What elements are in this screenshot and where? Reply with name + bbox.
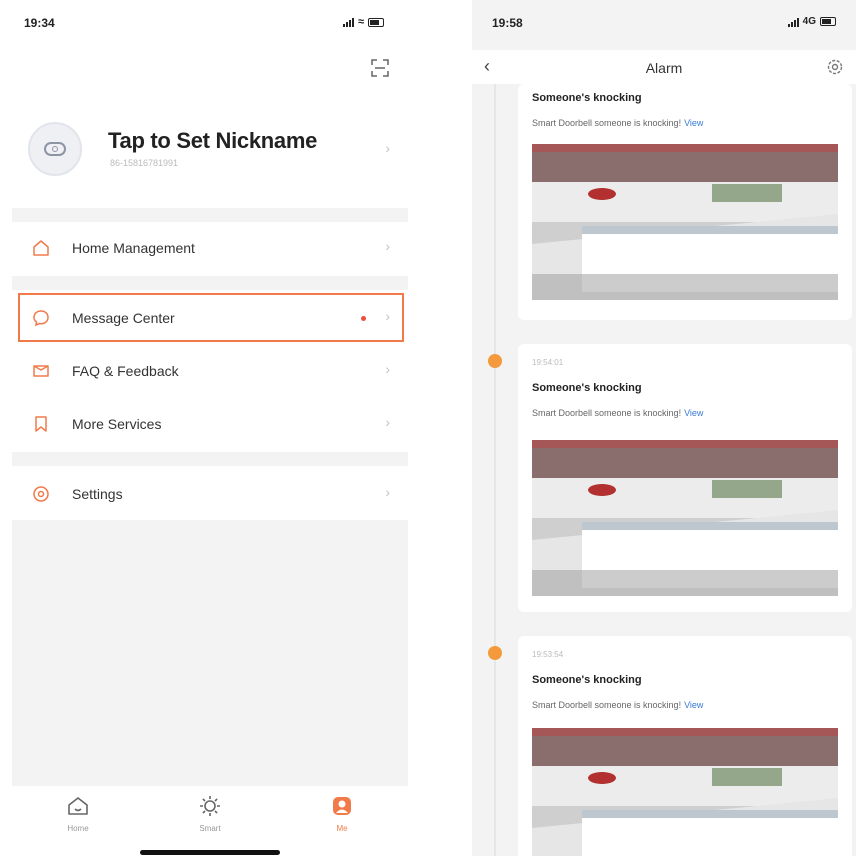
timeline-line <box>494 84 496 856</box>
menu-label: Settings <box>72 486 123 502</box>
alarm-description: Smart Doorbell someone is knocking! <box>532 408 682 418</box>
section-divider <box>12 276 408 290</box>
nickname-label: Tap to Set Nickname <box>108 128 318 153</box>
snapshot-image[interactable] <box>532 728 838 856</box>
highlight-frame <box>18 293 404 342</box>
alarm-description: Smart Doorbell someone is knocking! <box>532 700 682 710</box>
menu-settings[interactable]: Settings › <box>12 472 408 516</box>
view-link[interactable]: View <box>684 408 703 418</box>
chevron-right-icon: › <box>385 414 390 430</box>
chevron-right-icon: › <box>385 140 390 156</box>
view-link[interactable]: View <box>684 118 703 128</box>
snapshot-image[interactable] <box>532 144 838 300</box>
tab-smart[interactable]: Smart <box>180 794 240 833</box>
settings-icon <box>33 486 49 502</box>
view-link[interactable]: View <box>684 700 703 710</box>
avatar[interactable] <box>28 122 82 176</box>
tab-home[interactable]: Home <box>48 794 108 833</box>
tab-label: Me <box>336 824 348 833</box>
alarm-title: Someone's knocking <box>532 92 642 104</box>
user-avatar-icon <box>44 142 66 156</box>
alarm-card[interactable]: 19:53:54 Someone's knocking Smart Doorbe… <box>518 636 852 856</box>
status-bar: 19:58 4G <box>492 16 836 36</box>
alarm-title: Someone's knocking <box>532 674 642 686</box>
menu-home-management[interactable]: Home Management › <box>12 226 408 270</box>
wifi-icon: ≈ <box>357 16 364 28</box>
timeline-dot <box>488 646 502 660</box>
alarm-title: Someone's knocking <box>532 382 642 394</box>
section-divider <box>12 208 408 222</box>
tab-label: Home <box>67 824 89 833</box>
me-screen: 19:34 ≈ Tap to Set Nickname 86-158167819… <box>12 0 408 856</box>
home-icon <box>68 797 88 815</box>
snapshot-image[interactable] <box>532 440 838 596</box>
nav-bar: ‹ Alarm <box>472 50 856 84</box>
home-indicator <box>140 850 280 855</box>
alarm-time: 19:53:54 <box>532 650 564 659</box>
alarm-card[interactable]: 19:54:01 Someone's knocking Smart Doorbe… <box>518 344 852 612</box>
gear-icon[interactable] <box>826 58 844 76</box>
status-time: 19:58 <box>492 16 523 30</box>
signal-icon <box>787 17 799 27</box>
network-type: 4G <box>802 16 816 27</box>
menu-faq-feedback[interactable]: FAQ & Feedback › <box>12 349 408 393</box>
section-divider <box>12 452 408 466</box>
menu-label: FAQ & Feedback <box>72 363 179 379</box>
profile-header[interactable]: Tap to Set Nickname 86-15816781991 › <box>24 118 408 188</box>
alarm-description: Smart Doorbell someone is knocking! <box>532 118 682 128</box>
chevron-right-icon: › <box>385 238 390 254</box>
menu-more-services[interactable]: More Services › <box>12 402 408 446</box>
page-title: Alarm <box>645 60 683 76</box>
scan-icon[interactable] <box>370 58 390 78</box>
account-number: 86-15816781991 <box>110 158 179 168</box>
tab-label: Smart <box>199 824 221 833</box>
sun-icon <box>200 796 220 816</box>
user-icon <box>333 797 351 815</box>
battery-icon <box>820 17 836 26</box>
battery-icon <box>368 17 384 27</box>
chevron-right-icon: › <box>385 361 390 377</box>
tab-me[interactable]: Me <box>312 794 372 833</box>
empty-area <box>12 520 408 786</box>
tab-bar: Home Smart Me <box>12 786 408 856</box>
alarm-card[interactable]: Someone's knocking Smart Doorbell someon… <box>518 84 852 320</box>
menu-label: More Services <box>72 416 162 432</box>
alarm-screen: 19:58 4G ‹ Alarm Someone's knocking Smar… <box>472 0 856 856</box>
timeline-dot <box>488 354 502 368</box>
faq-icon <box>33 365 49 377</box>
signal-icon <box>342 17 354 27</box>
menu-label: Home Management <box>72 240 195 256</box>
status-bar: 19:34 ≈ <box>24 16 384 36</box>
alarm-time: 19:54:01 <box>532 358 564 367</box>
status-time: 19:34 <box>24 16 55 30</box>
bookmark-icon <box>35 416 47 432</box>
chevron-right-icon: › <box>385 484 390 500</box>
home-icon <box>33 240 49 256</box>
